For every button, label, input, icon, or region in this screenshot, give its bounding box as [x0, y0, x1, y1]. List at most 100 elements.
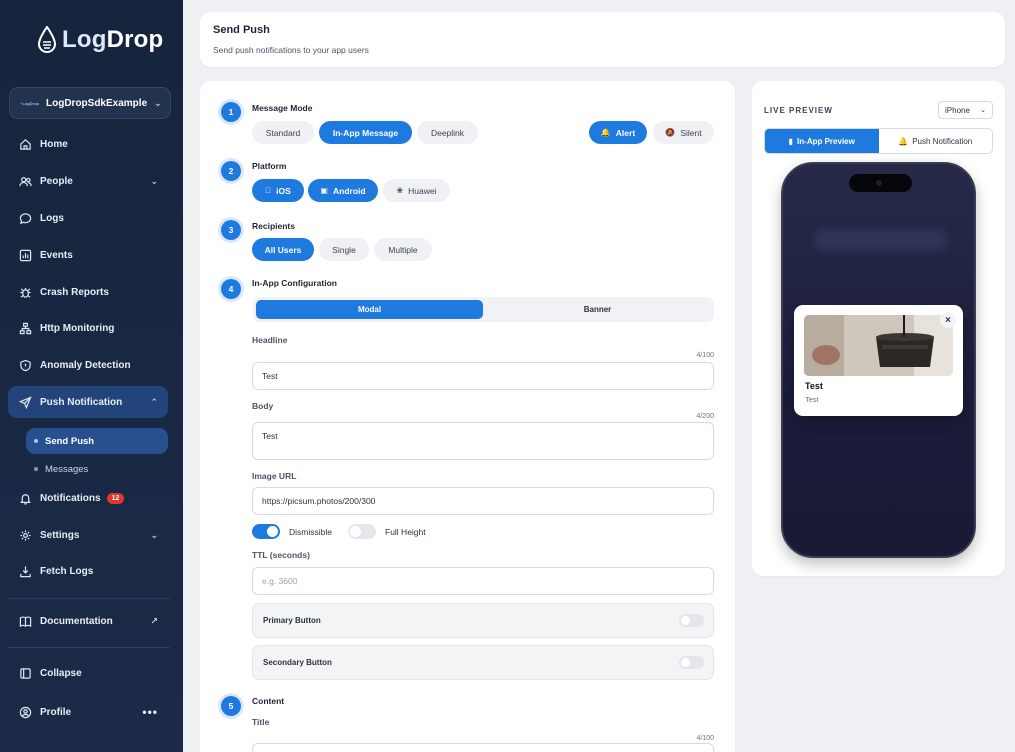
- phone-icon: ▮: [788, 136, 794, 146]
- sidebar-item-label: Collapse: [40, 667, 82, 679]
- dismissible-label: Dismissible: [289, 527, 332, 537]
- section-title-recipients: Recipients: [252, 221, 295, 231]
- platform-huawei-button[interactable]: ❀ Huawei: [383, 179, 450, 202]
- inapp-modal-preview: × Test Test: [794, 305, 963, 416]
- bullet-icon: [34, 439, 38, 443]
- sidebar-subitem-label: Messages: [45, 463, 89, 475]
- gear-icon: [18, 528, 32, 542]
- notification-count-badge: 12: [106, 492, 125, 504]
- sidebar: LogDrop ~LogDrop LogDropSdkExample ⌄ Hom…: [0, 0, 183, 752]
- sidebar-item-logs[interactable]: Logs: [8, 202, 168, 234]
- close-icon[interactable]: ×: [940, 312, 956, 328]
- body-counter: 4/200: [696, 413, 714, 420]
- primary-button-toggle[interactable]: [679, 614, 704, 627]
- recipients-multiple-button[interactable]: Multiple: [374, 238, 432, 261]
- secondary-button-panel[interactable]: Secondary Button: [252, 645, 714, 680]
- secondary-button-toggle[interactable]: [679, 656, 704, 669]
- section-title-message-mode: Message Mode: [252, 103, 313, 113]
- sidebar-item-settings[interactable]: Settings ⌄: [8, 519, 168, 551]
- logo[interactable]: LogDrop: [36, 26, 163, 54]
- step-badge: 1: [221, 102, 241, 122]
- sidebar-item-anomaly-detection[interactable]: Anomaly Detection: [8, 349, 168, 381]
- alert-label: Alert: [615, 127, 636, 138]
- preview-tabs: ▮ In-App Preview 🔔 Push Notification: [764, 128, 993, 154]
- sidebar-item-label: Push Notification: [40, 396, 123, 408]
- step-badge: 2: [221, 161, 241, 181]
- platform-label: Huawei: [408, 185, 437, 196]
- sidebar-item-events[interactable]: Events: [8, 239, 168, 271]
- sidebar-item-label: Home: [40, 138, 68, 150]
- dismissible-toggle[interactable]: [252, 524, 280, 539]
- sidebar-item-collapse[interactable]: Collapse: [8, 657, 168, 689]
- chevron-down-icon: ⌄: [154, 97, 162, 108]
- sidebar-item-people[interactable]: People ⌄: [8, 165, 168, 197]
- device-select[interactable]: iPhone ⌄: [938, 101, 993, 119]
- sidebar-item-crash-reports[interactable]: Crash Reports: [8, 276, 168, 308]
- sidebar-item-http-monitoring[interactable]: Http Monitoring: [8, 312, 168, 344]
- inapp-type-banner[interactable]: Banner: [484, 300, 711, 319]
- apple-icon: : [265, 186, 271, 195]
- tab-push-notification[interactable]: 🔔 Push Notification: [879, 129, 993, 153]
- sidebar-item-label: Http Monitoring: [40, 322, 115, 334]
- headline-input[interactable]: Test: [252, 362, 714, 390]
- recipients-single-button[interactable]: Single: [319, 238, 369, 261]
- image-url-label: Image URL: [252, 471, 297, 481]
- platform-ios-button[interactable]: iOS: [252, 179, 304, 202]
- alert-button[interactable]: 🔔 Alert: [589, 121, 647, 144]
- sidebar-item-profile[interactable]: Profile •••: [8, 696, 168, 728]
- mode-deeplink-button[interactable]: Deeplink: [417, 121, 478, 144]
- sidebar-item-label: Events: [40, 249, 73, 261]
- mode-inapp-button[interactable]: In-App Message: [319, 121, 412, 144]
- drop-logo-icon: [37, 26, 57, 53]
- people-icon: [18, 174, 32, 188]
- modal-body: Test: [805, 395, 819, 404]
- secondary-button-label: Secondary Button: [263, 658, 332, 667]
- photo-image: [804, 315, 953, 376]
- tab-label: Push Notification: [912, 136, 973, 146]
- live-preview-label: LIVE PREVIEW: [764, 106, 833, 115]
- tab-inapp-preview[interactable]: ▮ In-App Preview: [765, 129, 879, 153]
- bell-icon: 🔔: [600, 128, 611, 137]
- sidebar-divider: [8, 598, 170, 599]
- image-url-input[interactable]: https://picsum.photos/200/300: [252, 487, 714, 515]
- chevron-down-icon: ⌄: [980, 107, 986, 114]
- sidebar-item-notifications[interactable]: Notifications 12: [8, 482, 168, 514]
- content-title-counter: 4/100: [696, 735, 714, 742]
- page-header: Send Push Send push notifications to you…: [200, 12, 1005, 67]
- platform-android-button[interactable]: ▣ Android: [308, 179, 378, 202]
- brand-name: LogDrop: [62, 26, 164, 53]
- ttl-input[interactable]: e.g. 3600: [252, 567, 714, 595]
- step-badge: 4: [221, 279, 241, 299]
- section-title-platform: Platform: [252, 161, 287, 171]
- ttl-label: TTL (seconds): [252, 550, 310, 560]
- bug-icon: [18, 285, 32, 299]
- full-height-toggle[interactable]: [348, 524, 376, 539]
- mode-standard-button[interactable]: Standard: [252, 121, 314, 144]
- home-icon: [18, 137, 32, 151]
- sidebar-subitem-messages[interactable]: Messages: [26, 456, 168, 482]
- sidebar-item-home[interactable]: Home: [8, 128, 168, 160]
- bullet-icon: [34, 467, 38, 471]
- sidebar-item-label: Anomaly Detection: [40, 359, 131, 371]
- sidebar-subitem-send-push[interactable]: Send Push: [26, 428, 168, 454]
- platform-label: Android: [332, 185, 366, 196]
- chevron-down-icon: ⌄: [150, 529, 158, 540]
- content-title-input[interactable]: [252, 743, 714, 752]
- shield-icon: [18, 358, 32, 372]
- body-textarea[interactable]: Test: [252, 422, 714, 460]
- more-icon[interactable]: •••: [142, 705, 158, 719]
- sidebar-item-fetch-logs[interactable]: Fetch Logs: [8, 555, 168, 587]
- inapp-type-modal[interactable]: Modal: [256, 300, 483, 319]
- sidebar-item-documentation[interactable]: Documentation ↗: [8, 605, 168, 637]
- sidebar-item-label: People: [40, 175, 73, 187]
- sidebar-item-push-notification[interactable]: Push Notification ⌃: [8, 386, 168, 418]
- recipients-all-button[interactable]: All Users: [252, 238, 314, 261]
- silent-label: Silent: [680, 127, 702, 138]
- primary-button-panel[interactable]: Primary Button: [252, 603, 714, 638]
- app-logo: ~LogDrop: [20, 100, 39, 106]
- sidebar-item-label: Crash Reports: [40, 286, 109, 298]
- app-selector[interactable]: ~LogDrop LogDropSdkExample ⌄: [9, 87, 171, 119]
- silent-button[interactable]: 🔕 Silent: [653, 121, 714, 144]
- headline-label: Headline: [252, 335, 288, 345]
- content-title-label: Title: [252, 717, 270, 727]
